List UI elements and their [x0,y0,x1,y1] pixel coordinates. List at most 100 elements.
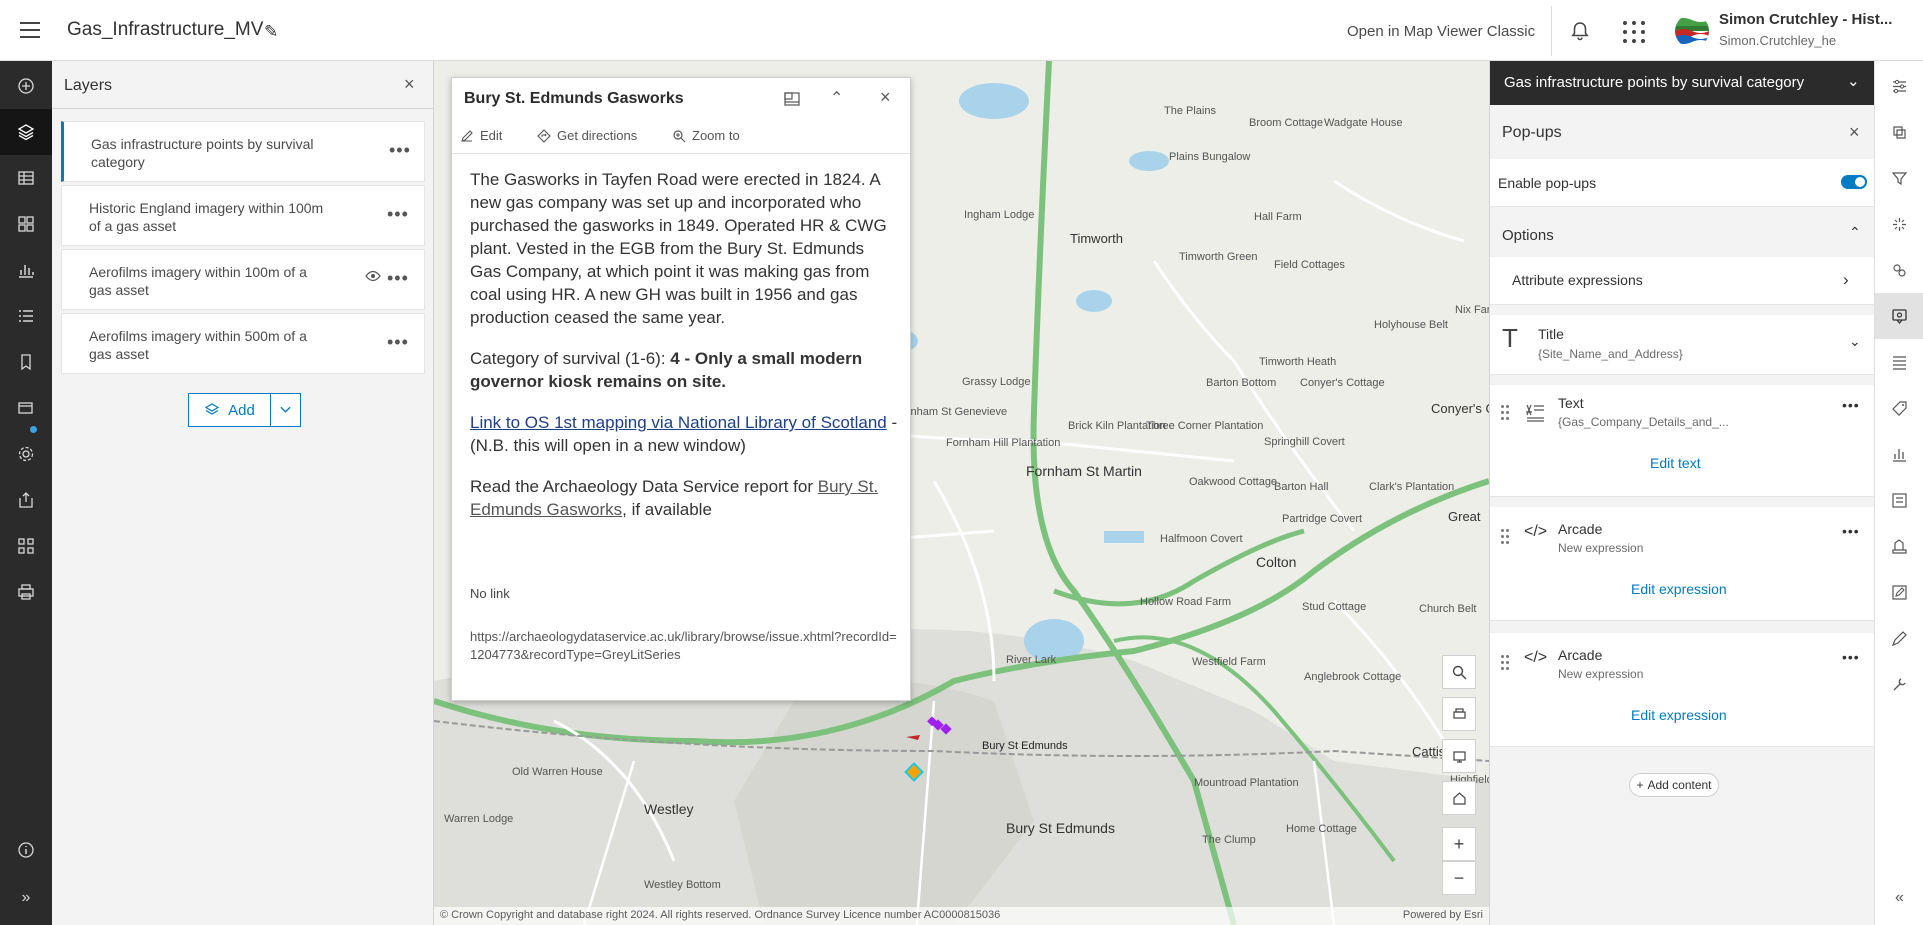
enable-popups-label: Enable pop-ups [1498,175,1597,191]
open-classic-link[interactable]: Open in Map Viewer Classic [1347,23,1535,40]
os-mapping-link[interactable]: Link to OS 1st mapping via National Libr… [470,413,887,432]
add-content-button[interactable]: + Add content [1629,773,1719,797]
add-layer-button[interactable]: Add [188,393,271,427]
filter-icon[interactable] [1875,155,1923,201]
zoom-out-button[interactable]: − [1442,861,1476,895]
edit-properties-icon[interactable] [1875,569,1923,615]
layer-label: Aerofilms imagery within 500m of a gas a… [89,328,307,362]
text-options-icon[interactable]: ••• [1842,397,1860,413]
effects-icon[interactable] [1875,201,1923,247]
snapping-icon[interactable] [1875,523,1923,569]
map-place-label: Broom Cottage [1249,117,1323,129]
ads-prefix: Read the Archaeology Data Service report… [470,477,818,496]
map-place-label: Timworth Green [1179,251,1258,263]
layers-icon[interactable] [0,109,52,155]
map-place-label: Hollow Road Farm [1140,596,1232,608]
ads-suffix: , if available [622,500,712,519]
styles-icon[interactable] [1875,109,1923,155]
legend-icon[interactable] [0,293,52,339]
share-icon[interactable] [0,477,52,523]
map-place-label: Wadgate House [1324,117,1403,129]
notifications-bell-icon[interactable] [1569,20,1591,42]
expand-toolbar-icon[interactable]: » [0,875,52,921]
configure-popups-icon[interactable] [1875,293,1923,339]
arcade-options-icon[interactable]: ••• [1842,649,1860,665]
map-properties-icon[interactable] [0,431,52,477]
title-element[interactable]: T Title {Site_Name_and_Address} ⌄ [1490,315,1875,375]
create-app-icon[interactable] [0,523,52,569]
arcade-element[interactable]: </> Arcade New expression ••• Edit expre… [1490,507,1875,621]
close-layers-icon[interactable]: × [404,74,415,95]
charts-icon[interactable] [1875,431,1923,477]
arcade-options-icon[interactable]: ••• [1842,523,1860,539]
dock-icon[interactable] [783,90,801,108]
tables-icon[interactable] [0,155,52,201]
chevron-right-icon: › [1843,270,1849,289]
edit-action[interactable]: Edit [460,128,502,143]
bookmarks-icon[interactable] [0,339,52,385]
feature-popup: Bury St. Edmunds Gasworks ⌃ × Edit Get d… [451,77,911,701]
close-popups-icon[interactable]: × [1849,122,1860,143]
layer-item[interactable]: Aerofilms imagery within 100m of a gas a… [61,249,425,310]
layer-options-icon[interactable]: ••• [387,204,409,225]
edit-text-link[interactable]: Edit text [1650,455,1701,471]
layer-options-icon[interactable]: ••• [387,332,409,353]
screen-button[interactable] [1442,739,1476,773]
map-place-label: Oakwood Cottage [1189,476,1278,488]
visibility-eye-icon[interactable] [365,270,381,282]
zoom-to-action[interactable]: Zoom to [672,128,740,143]
layer-item[interactable]: Historic England imagery within 100m of … [61,185,425,246]
home-button[interactable] [1442,781,1476,815]
app-launcher-icon[interactable] [1623,21,1645,43]
layer-item[interactable]: Aerofilms imagery within 500m of a gas a… [61,313,425,374]
chevron-up-icon[interactable]: ⌃ [1849,224,1861,241]
map-place-label: Home Cottage [1286,823,1357,835]
chevron-down-icon[interactable]: ⌄ [1849,333,1861,350]
info-icon[interactable] [0,827,52,873]
map-place-label: Field Cottages [1274,259,1345,271]
basemap-icon[interactable] [0,201,52,247]
attribute-expressions-row[interactable]: Attribute expressions › [1490,257,1875,305]
drag-handle-icon[interactable] [1501,405,1509,421]
sketch-icon[interactable] [0,385,52,431]
close-popup-icon[interactable]: × [880,87,891,108]
sketch-pen-icon[interactable] [1875,615,1923,661]
print-map-button[interactable] [1442,697,1476,731]
enable-popups-toggle[interactable] [1841,175,1867,189]
arcade-element[interactable]: </> Arcade New expression ••• Edit expre… [1490,633,1875,747]
layer-selector[interactable]: Gas infrastructure points by survival ca… [1490,61,1875,105]
text-element[interactable]: Text {Gas_Company_Details_and_... ••• Ed… [1490,385,1875,497]
layer-item[interactable]: Gas infrastructure points by survival ca… [61,121,425,182]
properties-icon[interactable] [1875,63,1923,109]
drag-handle-icon[interactable] [1501,529,1509,545]
menu-icon[interactable] [20,22,40,38]
charts-icon[interactable] [0,247,52,293]
aggregation-icon[interactable] [1875,247,1923,293]
collapse-panel-icon[interactable]: « [1875,875,1923,921]
add-layer-dropdown[interactable] [271,393,301,427]
map-place-label: Ingham Lodge [964,209,1035,221]
drag-handle-icon[interactable] [1501,655,1509,671]
user-name[interactable]: Simon Crutchley - Hist... [1719,11,1892,28]
options-label: Options [1502,227,1554,244]
edit-expression-link[interactable]: Edit expression [1631,707,1727,723]
map-place-label: Westley [644,801,694,817]
add-layer-icon[interactable] [0,63,52,109]
layer-options-icon[interactable]: ••• [389,140,411,161]
attribute-expressions-label: Attribute expressions [1512,272,1643,288]
fields-icon[interactable] [1875,339,1923,385]
edit-label: Edit [480,128,503,143]
map-search-button[interactable] [1442,655,1476,689]
user-avatar[interactable] [1675,14,1709,48]
edit-title-icon[interactable]: ✎ [264,22,278,42]
collapse-icon[interactable]: ⌃ [830,88,843,108]
zoom-in-button[interactable]: + [1442,827,1476,861]
get-directions-action[interactable]: Get directions [537,128,637,143]
powered-by-esri[interactable]: Powered by Esri [1403,909,1483,921]
edit-expression-link[interactable]: Edit expression [1631,581,1727,597]
layer-options-icon[interactable]: ••• [387,268,409,289]
labels-icon[interactable] [1875,385,1923,431]
tools-icon[interactable] [1875,661,1923,707]
print-icon[interactable] [0,569,52,615]
forms-icon[interactable] [1875,477,1923,523]
